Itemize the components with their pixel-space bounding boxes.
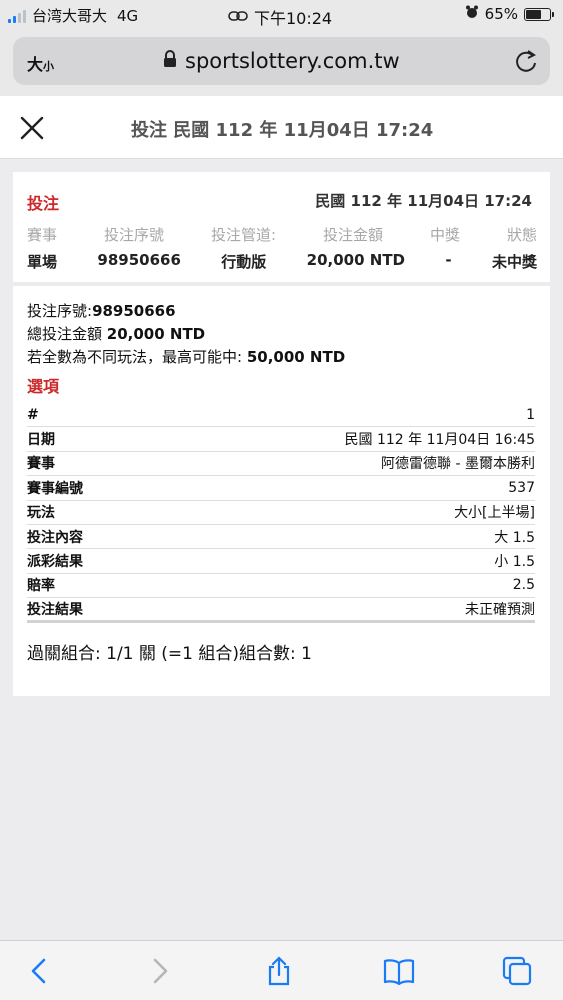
summary-value: - xyxy=(445,251,452,269)
alarm-icon xyxy=(465,5,479,23)
url-text: sportslottery.com.tw xyxy=(185,49,400,73)
reload-icon[interactable] xyxy=(514,48,538,78)
max-win-line: 若全數為不同玩法，最高可能中: 50,000 NTD xyxy=(27,348,346,366)
status-right: 65% xyxy=(465,5,554,23)
browser-toolbar xyxy=(0,940,563,1000)
status-center: 下午10:24 xyxy=(228,5,332,29)
bookmarks-icon[interactable] xyxy=(382,955,415,987)
options-table: #1 日期 民國 112 年 11月04日 16:45 賽事 阿德雷德聯 - 墨爾本… xyxy=(27,403,535,623)
summary-value: 20,000 NTD xyxy=(306,251,405,269)
card-date: 民國 112 年 11月04日 17:24 xyxy=(315,192,532,210)
page-title: 投注 民國 112 年 11月04日 17:24 xyxy=(131,120,434,141)
options-title: 選項 xyxy=(27,377,60,396)
table-row: #1 xyxy=(27,403,535,428)
carrier-label: 台湾大哥大 xyxy=(32,7,108,25)
summary-value-row: 單場 98950666 行動版 20,000 NTD - 未中獎 xyxy=(27,251,537,272)
combo-summary: 過關組合: 1/1 關 (=1 組合)組合數: 1 xyxy=(27,643,312,664)
page-header: 投注 民國 112 年 11月04日 17:24 xyxy=(0,96,563,159)
clock: 下午10:24 xyxy=(254,9,333,28)
forward-icon[interactable] xyxy=(143,955,175,987)
link-icon xyxy=(228,8,248,26)
summary-header: 投注金額 xyxy=(323,226,384,244)
back-icon[interactable] xyxy=(24,955,56,987)
serial-line: 投注序號:98950666 xyxy=(27,302,176,320)
summary-header: 狀態 xyxy=(506,226,537,244)
summary-header: 中獎 xyxy=(429,226,460,244)
signal-icon xyxy=(8,9,26,23)
address-bar[interactable]: 大小 sportslottery.com.tw xyxy=(13,37,550,85)
card-heading: 投注 xyxy=(27,194,60,213)
summary-table: 賽事 投注序號 投注管道: 投注金額 中獎 狀態 單場 98950666 行動版… xyxy=(27,224,537,272)
table-row: 派彩結果小 1.5 xyxy=(27,549,535,574)
table-row: 日期 民國 112 年 11月04日 16:45 xyxy=(27,427,535,452)
table-row: 投注結果 未正確預測 xyxy=(27,598,535,623)
summary-value: 未中獎 xyxy=(491,253,537,271)
bet-card: 投注 民國 112 年 11月04日 17:24 賽事 投注序號 投注管道: 投… xyxy=(13,172,550,696)
summary-header: 投注序號 xyxy=(103,226,164,244)
summary-header: 投注管道: xyxy=(210,226,277,244)
battery-icon xyxy=(524,7,554,21)
summary-header-row: 賽事 投注序號 投注管道: 投注金額 中獎 狀態 xyxy=(27,224,537,245)
summary-value: 行動版 xyxy=(221,253,267,271)
summary-value: 單場 xyxy=(27,253,58,271)
bet-details: 投注序號:98950666 總投注金額 20,000 NTD 若全數為不同玩法，… xyxy=(27,300,535,664)
browser-chrome: 大小 sportslottery.com.tw xyxy=(0,30,563,96)
status-bar: 台湾大哥大 4G 下午10:24 65% xyxy=(0,0,563,30)
share-icon[interactable] xyxy=(263,955,295,987)
table-row: 賽事 阿德雷德聯 - 墨爾本勝利 xyxy=(27,452,535,477)
lock-icon xyxy=(163,49,177,73)
battery-percent: 65% xyxy=(484,5,518,23)
network-label: 4G xyxy=(117,6,139,25)
table-row: 賽事編號 537 xyxy=(27,476,535,501)
divider xyxy=(13,282,550,286)
close-icon[interactable] xyxy=(14,110,50,146)
table-row: 玩法 大小[上半場] xyxy=(27,501,535,525)
summary-value: 98950666 xyxy=(97,251,181,269)
total-line: 總投注金額 20,000 NTD xyxy=(27,325,206,343)
table-row: 投注內容大 1.5 xyxy=(27,525,535,550)
table-row: 賠率 2.5 xyxy=(27,574,535,599)
text-size-button[interactable]: 大小 xyxy=(27,51,54,75)
url-display[interactable]: sportslottery.com.tw xyxy=(163,49,400,73)
tabs-icon[interactable] xyxy=(501,955,533,987)
summary-header: 賽事 xyxy=(27,226,58,244)
status-left: 台湾大哥大 4G xyxy=(8,5,138,26)
